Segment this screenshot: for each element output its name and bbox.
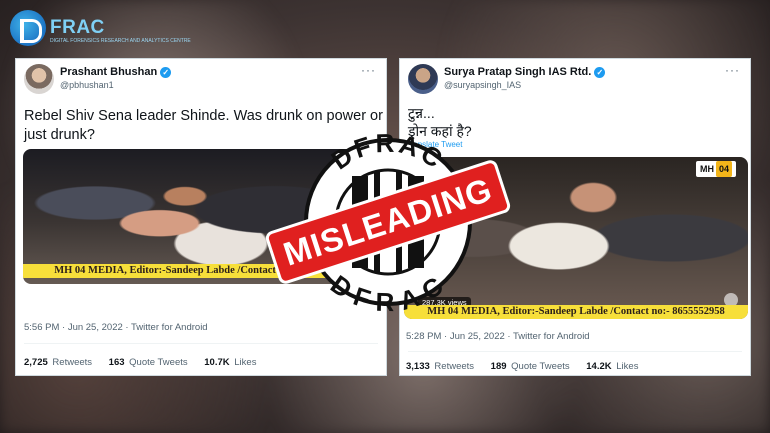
retweets-stat[interactable]: 2,725 Retweets [24,357,92,368]
brand-name: FRAC [50,17,105,38]
quotes-label: Quote Tweets [511,361,570,372]
retweets-label: Retweets [434,361,475,372]
tweet-text: Rebel Shiv Sena leader Shinde. Was drunk… [24,108,383,143]
avatar[interactable] [24,64,54,94]
author-name-text: Prashant Bhushan [60,66,158,78]
retweets-count: 2,725 [24,357,48,368]
tweet-stats: 3,133 Retweets 189 Quote Tweets 14.2K Li… [406,361,652,372]
channel-logo-number: 04 [354,153,371,169]
quotes-label: Quote Tweets [129,357,188,368]
brand-subtitle: DIGITAL FORENSICS RESEARCH AND ANALYTICS… [50,38,191,44]
quotes-count: 163 [108,357,125,368]
author-name[interactable]: Prashant Bhushan ✓ [60,66,172,78]
channel-logo-text: MH [699,164,714,174]
likes-stat[interactable]: 14.2K Likes [586,361,638,372]
dfrac-d-icon [10,10,46,46]
video-banner: MH 04 MEDIA, Editor:-Sandeep Labde /Cont… [23,264,383,278]
tweet-timestamp[interactable]: 5:28 PM · Jun 25, 2022 · Twitter for And… [406,331,590,342]
tweet-video[interactable]: MH 04 287.3K views MH 04 MEDIA, Editor:-S… [404,157,748,319]
author-name-text: Surya Pratap Singh IAS Rtd. [444,66,592,78]
more-options-icon[interactable]: ··· [361,63,376,77]
more-options-icon[interactable]: ··· [725,63,740,77]
author-name[interactable]: Surya Pratap Singh IAS Rtd. ✓ [444,66,606,78]
translate-tweet-link[interactable]: Translate Tweet [406,140,462,149]
quotes-stat[interactable]: 189 Quote Tweets [491,361,570,372]
likes-stat[interactable]: 10.7K Likes [204,357,256,368]
tweet-video[interactable]: MH 04 MH 04 MEDIA, Editor:-Sandeep Labde … [23,149,383,284]
tweet-text: टुन्न... ड्रोन कहां है? [408,104,738,140]
tweet-timestamp[interactable]: 5:56 PM · Jun 25, 2022 · Twitter for And… [24,322,208,333]
tweet-text-line2: ड्रोन कहां है? [408,123,472,139]
author-handle[interactable]: @suryapsingh_IAS [444,80,521,90]
dfrac-logo: FRAC DIGITAL FORENSICS RESEARCH AND ANAL… [10,8,191,48]
tweet-stats: 2,725 Retweets 163 Quote Tweets 10.7K Li… [24,357,270,368]
divider [24,343,378,344]
likes-count: 10.7K [204,357,230,368]
channel-logo: MH 04 [334,153,375,169]
divider [408,351,742,352]
channel-logo-text: MH [338,156,353,166]
quotes-stat[interactable]: 163 Quote Tweets [109,357,188,368]
retweets-label: Retweets [52,357,93,368]
likes-label: Likes [234,357,257,368]
avatar[interactable] [408,64,438,94]
channel-logo-number: 04 [715,161,732,177]
channel-logo: MH 04 [695,161,736,177]
tweet-card-right: Surya Pratap Singh IAS Rtd. ✓ @suryapsing… [399,58,751,376]
video-banner: MH 04 MEDIA, Editor:-Sandeep Labde /Cont… [404,305,748,319]
verified-badge-icon: ✓ [594,66,606,78]
tweet-card-left: Prashant Bhushan ✓ @pbhushan1 ··· Rebel S… [15,58,387,376]
verified-badge-icon: ✓ [160,66,172,78]
quotes-count: 189 [490,361,507,372]
likes-count: 14.2K [586,361,612,372]
likes-label: Likes [616,361,639,372]
tweet-text-line1: टुन्न... [408,105,435,121]
retweets-count: 3,133 [406,361,430,372]
retweets-stat[interactable]: 3,133 Retweets [406,361,474,372]
author-handle[interactable]: @pbhushan1 [60,80,114,90]
